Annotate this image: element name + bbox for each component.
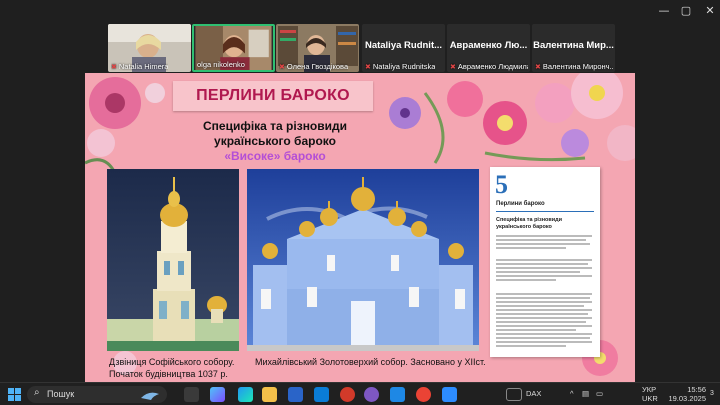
text-line: [496, 309, 592, 311]
search-box[interactable]: ⌕ Пошук: [27, 386, 167, 403]
mic-muted-icon: ✖: [279, 64, 285, 71]
battery-icon[interactable]: ▭: [596, 389, 603, 399]
clock[interactable]: 15:56 19.03.2025: [664, 385, 706, 403]
participant-placeholder-name: Валентина Мир...: [533, 40, 614, 51]
chrome-icon[interactable]: [416, 387, 431, 402]
slide-subtitle-accent: «Високе» бароко: [224, 149, 326, 163]
cathedral-photo: [247, 169, 479, 351]
caption-cathedral: Михайлівський Золотоверхий собор. Заснов…: [255, 357, 486, 367]
file-explorer-icon[interactable]: [262, 387, 277, 402]
keyboard-layout: UKR: [642, 393, 658, 403]
text-line: [496, 293, 592, 295]
participant-name: ✖ Natalia Himera: [111, 62, 169, 71]
heading-divider: [496, 211, 594, 212]
participant-name: ✖ Nataliya Rudnitska: [365, 62, 436, 71]
opera-icon[interactable]: [340, 387, 355, 402]
mic-muted-icon: ✖: [450, 64, 456, 71]
copilot-icon[interactable]: [210, 387, 225, 402]
text-line: [496, 345, 566, 347]
bird-widget-icon: [141, 392, 159, 400]
taskbar: ⌕ Пошук DAX ^ ▤ ▭ УКР UKR 15:56 19.03.2025…: [0, 382, 720, 405]
viber-icon[interactable]: [364, 387, 379, 402]
task-view-icon[interactable]: [184, 387, 199, 402]
search-placeholder: Пошук: [47, 389, 75, 399]
chapter-heading: Перлини бароко: [496, 201, 545, 207]
participant-tile[interactable]: Авраменко Лю... ✖ Авраменко Людмила: [447, 24, 530, 72]
participant-placeholder-name: Авраменко Лю...: [449, 40, 528, 51]
mic-muted-icon: ✖: [365, 64, 371, 71]
mic-muted-icon: ✖: [535, 64, 541, 71]
window-titlebar: — ▢ ✕: [0, 0, 720, 22]
maximize-button[interactable]: ▢: [674, 3, 698, 19]
chapter-number: 5: [495, 170, 508, 199]
search-icon: ⌕: [34, 387, 40, 398]
text-line: [496, 325, 592, 327]
text-line: [496, 301, 592, 303]
close-button[interactable]: ✕: [698, 3, 720, 19]
section-heading: Специфіка та різновиди українського баро…: [496, 217, 563, 230]
text-line: [496, 267, 592, 269]
textbook-page: 5 Перлини бароко Специфіка та різновиди …: [490, 167, 600, 357]
text-line: [496, 337, 590, 339]
participant-tile[interactable]: Nataliya Rudnit... ✖ Nataliya Rudnitska: [362, 24, 445, 72]
notification-badge[interactable]: 3: [710, 390, 714, 399]
text-line: [496, 271, 580, 273]
language-indicator[interactable]: УКР UKR: [642, 385, 658, 403]
microsoft-store-icon[interactable]: [288, 387, 303, 402]
text-line: [496, 279, 556, 281]
text-line: [496, 305, 584, 307]
zoom-icon[interactable]: [442, 387, 457, 402]
text-line: [496, 263, 588, 265]
edge-icon[interactable]: [238, 387, 253, 402]
clock-date: 19.03.2025: [668, 393, 706, 403]
slide-title: ПЕРЛИНИ БАРОКО: [196, 87, 350, 104]
network-icon[interactable]: ▤: [582, 389, 589, 399]
tray-overflow-icon[interactable]: ^: [570, 389, 574, 399]
stock-widget-icon[interactable]: [506, 388, 522, 401]
text-line: [496, 259, 592, 261]
windows-start-icon[interactable]: [8, 388, 21, 401]
participant-tile[interactable]: ✖ Natalia Himera: [108, 24, 191, 72]
text-line: [496, 239, 586, 241]
text-line: [496, 243, 590, 245]
text-line: [496, 235, 592, 237]
caption-bell-tower-2: Початок будівництва 1037 р.: [109, 369, 228, 379]
participant-placeholder-name: Nataliya Rudnit...: [364, 40, 443, 51]
text-line: [496, 321, 586, 323]
outlook-icon[interactable]: [314, 387, 329, 402]
text-line: [496, 247, 566, 249]
caption-bell-tower-1: Дзвіниця Софійського собору.: [109, 357, 235, 367]
text-line: [496, 275, 592, 277]
minimize-button[interactable]: —: [652, 3, 676, 19]
mic-muted-icon: ✖: [111, 64, 117, 71]
text-line: [496, 297, 590, 299]
word-icon[interactable]: [390, 387, 405, 402]
participant-name: ✖ Олена Гвоздікова: [279, 62, 349, 71]
text-line: [496, 317, 592, 319]
text-line: [496, 329, 576, 331]
text-line: [496, 313, 588, 315]
slide-title-box: ПЕРЛИНИ БАРОКО: [173, 81, 373, 111]
participant-tile-active[interactable]: olga nikolenko: [192, 24, 275, 72]
participant-name: ✖ Валентина Миронч...: [535, 62, 613, 71]
text-line: [496, 333, 592, 335]
slide-subtitle: Специфіка та різновиди українського баро…: [202, 119, 348, 148]
bell-tower-photo: [107, 169, 239, 351]
participant-tile[interactable]: ✖ Олена Гвоздікова: [276, 24, 359, 72]
participant-name: olga nikolenko: [197, 60, 245, 69]
participant-name: ✖ Авраменко Людмила: [450, 62, 528, 71]
dax-index-label: DAX: [526, 389, 542, 398]
shared-slide: ПЕРЛИНИ БАРОКО Специфіка та різновиди ук…: [85, 73, 635, 382]
text-line: [496, 341, 592, 343]
participant-tile[interactable]: Валентина Мир... ✖ Валентина Миронч...: [532, 24, 615, 72]
